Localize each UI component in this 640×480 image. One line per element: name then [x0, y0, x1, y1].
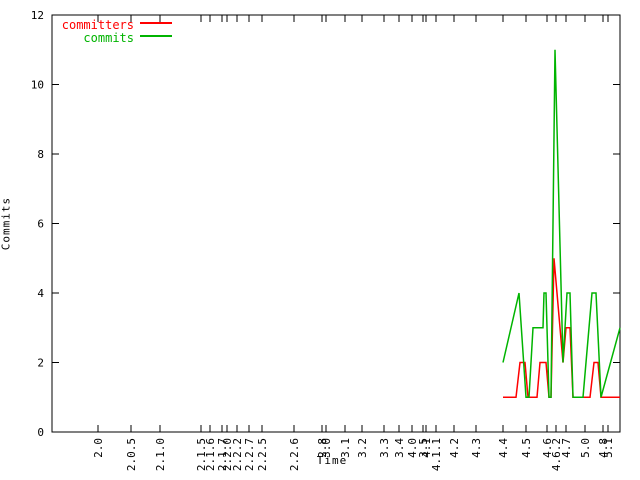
x-tick-label: 4.7 — [560, 438, 573, 458]
legend: committers commits — [40, 14, 172, 40]
x-tick-label: 2.2.7 — [243, 438, 256, 471]
x-tick-label: 4.1.1 — [430, 438, 443, 471]
x-tick-label: 4.5 — [520, 438, 533, 458]
legend-line-sample-committers — [140, 22, 172, 24]
chart-window: 2.02.0.52.1.02.1.52.1.62.1.72.2.02.2.22.… — [0, 0, 640, 480]
y-tick-label: 2 — [37, 357, 44, 370]
plot-border — [52, 15, 620, 432]
legend-item-committers: committers — [40, 14, 172, 26]
x-tick-label: 4.4 — [497, 438, 510, 458]
x-tick-label: 2.2.6 — [288, 438, 301, 471]
x-tick-label: 5.0 — [579, 438, 592, 458]
y-tick-label: 4 — [37, 287, 44, 300]
x-tick-label: 2.1.0 — [154, 438, 167, 471]
y-tick-label: 6 — [37, 218, 44, 231]
y-axis-title: Commits — [0, 192, 13, 256]
x-tick-label: 5.1 — [602, 438, 615, 458]
chart-canvas: 2.02.0.52.1.02.1.52.1.62.1.72.2.02.2.22.… — [0, 0, 640, 480]
legend-label-commits: commits — [40, 32, 134, 44]
x-axis-title: Time — [305, 454, 359, 467]
x-tick-label: 2.0.5 — [125, 438, 138, 471]
y-tick-label: 10 — [31, 79, 44, 92]
y-tick-label: 8 — [37, 148, 44, 161]
x-tick-label: 4.2 — [448, 438, 461, 458]
x-tick-label: 2.0 — [92, 438, 105, 458]
x-tick-label: 3.3 — [378, 438, 391, 458]
x-tick-label: 3.4 — [393, 438, 406, 458]
legend-line-sample-commits — [140, 35, 172, 37]
legend-item-commits: commits — [40, 27, 172, 39]
x-tick-label: 2.2.5 — [256, 438, 269, 471]
x-tick-label: 4.3 — [470, 438, 483, 458]
y-tick-label: 0 — [37, 426, 44, 439]
